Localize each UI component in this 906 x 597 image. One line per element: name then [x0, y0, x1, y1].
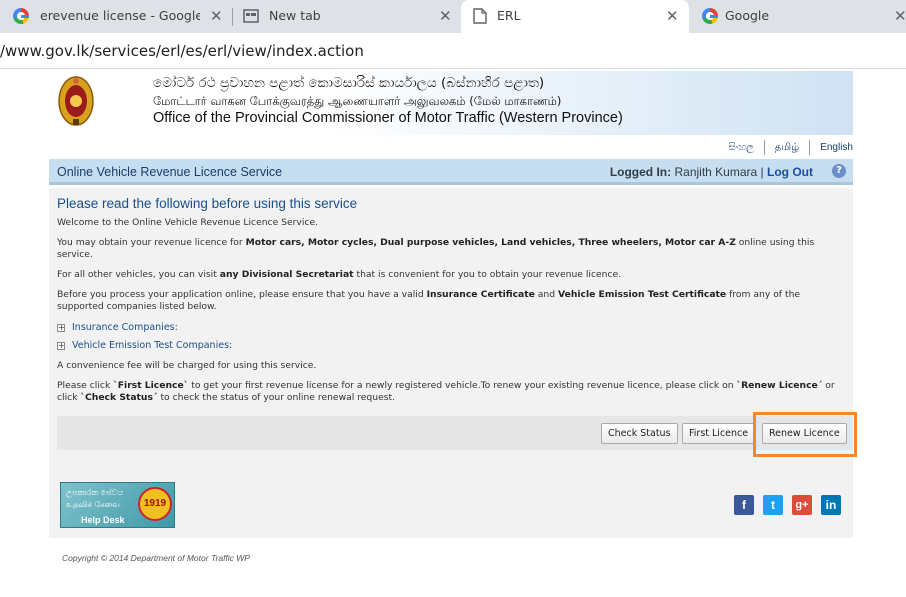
lang-tamil[interactable]: தமிழ் [765, 140, 811, 155]
insurance-companies-label[interactable]: Insurance Companies: [72, 322, 178, 333]
text-fragment: to get your first revenue license for a … [188, 380, 737, 391]
tab-erevenue-search[interactable]: erevenue license - Google Sear ✕ [0, 0, 230, 33]
emission-companies-label[interactable]: Vehicle Emission Test Companies: [72, 340, 232, 351]
close-icon[interactable]: ✕ [894, 7, 906, 25]
tab-erl[interactable]: ERL ✕ [461, 0, 689, 33]
lang-sinhala[interactable]: සිංහල [719, 140, 765, 155]
helpdesk-label: Help Desk [81, 515, 125, 525]
insurance-companies-toggle[interactable]: + Insurance Companies: [57, 322, 178, 333]
text-fragment: You may obtain your revenue licence for [57, 237, 246, 248]
text-fragment: and [534, 289, 558, 300]
vehicle-types: Motor cars, Motor cycles, Dual purpose v… [245, 237, 736, 248]
site-header: මෝටර් රථ ප්‍රවාහන පළාත් කොමසාරිස් කාර්යා… [49, 71, 853, 135]
check-status-button[interactable]: Check Status [601, 423, 678, 444]
first-licence-ref: `First Licence` [113, 380, 189, 391]
google-icon [702, 8, 718, 24]
obtain-text: You may obtain your revenue licence for … [57, 237, 837, 260]
close-icon[interactable]: ✕ [210, 7, 223, 25]
tab-title: ERL [497, 8, 521, 23]
welcome-text: Welcome to the Online Vehicle Revenue Li… [57, 217, 319, 228]
facebook-icon[interactable]: f [734, 495, 754, 515]
tab-title: Google [725, 8, 770, 23]
fee-note: A convenience fee will be charged for us… [57, 360, 317, 371]
helpdesk-tamil: உதவிச் சேவை [66, 500, 120, 509]
browser-tab-bar: erevenue license - Google Sear ✕ New tab… [0, 0, 906, 33]
google-plus-icon[interactable]: g+ [792, 495, 812, 515]
footer-copyright: Copyright © 2014 Department of Motor Tra… [62, 553, 250, 563]
content-title: Please read the following before using t… [57, 196, 358, 211]
helpdesk-number: 1919 [138, 487, 172, 521]
instructions-text: Please click `First Licence` to get your… [57, 380, 837, 403]
other-vehicles-text: For all other vehicles, you can visit an… [57, 269, 837, 281]
new-tab-icon [243, 8, 259, 24]
logout-link[interactable]: Log Out [767, 165, 813, 179]
plus-icon: + [57, 340, 65, 350]
language-switcher: සිංහල தமிழ் English [719, 140, 853, 155]
login-separator: | [760, 165, 764, 179]
service-title: Online Vehicle Revenue Licence Service [57, 165, 283, 179]
google-icon [13, 8, 29, 24]
text-fragment: to check the status of your online renew… [157, 391, 396, 403]
helpdesk-sinhala: උපකාරක සේවය [66, 488, 124, 497]
tab-google[interactable]: Google ✕ [689, 0, 906, 33]
emission-companies-toggle[interactable]: + Vehicle Emission Test Companies: [57, 340, 232, 351]
twitter-icon[interactable]: t [763, 495, 783, 515]
header-sinhala: මෝටර් රථ ප්‍රවාහන පළාත් කොමසාරිස් කාර්යා… [153, 75, 545, 91]
emblem-icon [57, 75, 95, 129]
service-bar: Online Vehicle Revenue Licence Service L… [49, 159, 853, 185]
renew-highlight [753, 412, 857, 457]
plus-icon: + [57, 322, 65, 332]
tab-new-tab[interactable]: New tab ✕ [233, 0, 461, 33]
tab-title: New tab [269, 8, 321, 23]
close-icon[interactable]: ✕ [666, 7, 679, 25]
page-icon [473, 8, 489, 24]
close-icon[interactable]: ✕ [439, 7, 452, 25]
linkedin-icon[interactable]: in [821, 495, 841, 515]
divisional-secretariat: any Divisional Secretariat [219, 269, 354, 280]
url-text[interactable]: /www.gov.lk/services/erl/es/erl/view/ind… [0, 42, 364, 60]
check-status-ref: `Check Status´ [80, 391, 158, 403]
tab-title: erevenue license - Google Sear [40, 8, 200, 23]
insurance-certificate: Insurance Certificate [426, 289, 535, 300]
action-bar: Check Status First Licence Renew Licence [57, 416, 853, 450]
header-english: Office of the Provincial Commissioner of… [153, 110, 623, 126]
emission-certificate: Vehicle Emission Test Certificate [558, 289, 727, 300]
lang-english[interactable]: English [810, 140, 853, 155]
renew-licence-ref: `Renew Licence´ [736, 380, 823, 391]
login-status: Logged In: Ranjith Kumara | Log Out [610, 165, 813, 179]
certificate-text: Before you process your application onli… [57, 289, 837, 312]
logged-in-label: Logged In: [609, 165, 672, 179]
helpdesk-banner[interactable]: උපකාරක සේවය உதவிச் சேவை Help Desk 1919 [60, 482, 175, 528]
text-fragment: Before you process your application onli… [57, 289, 427, 300]
text-fragment: For all other vehicles, you can visit [57, 269, 220, 280]
text-fragment: that is convenient for you to obtain you… [353, 269, 622, 280]
header-tamil: மோட்டார் வாகன போக்குவரத்து ஆணையாளர் அலுவ… [153, 94, 562, 108]
user-name: Ranjith Kumara [674, 165, 758, 179]
first-licence-button[interactable]: First Licence [682, 423, 756, 444]
help-icon[interactable]: ? [832, 164, 846, 178]
address-bar[interactable]: /www.gov.lk/services/erl/es/erl/view/ind… [0, 33, 906, 69]
text-fragment: Please click [57, 380, 114, 391]
